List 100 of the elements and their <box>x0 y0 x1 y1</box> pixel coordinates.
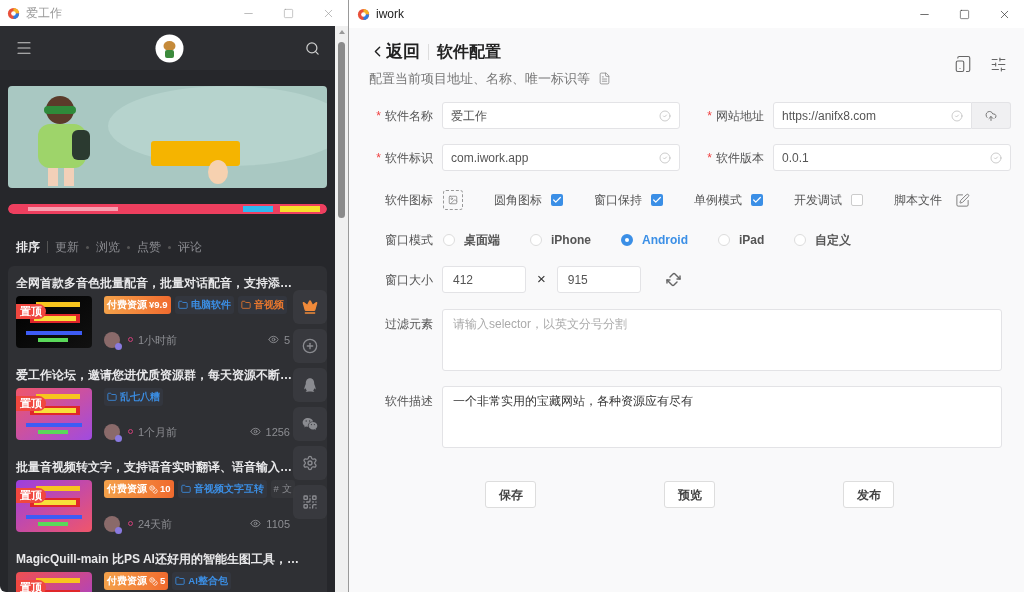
price-tag: 付费资源 5 <box>104 572 169 590</box>
category-tag[interactable]: 音视频 <box>237 296 287 314</box>
icon-picker[interactable] <box>443 190 463 210</box>
radio-option[interactable]: 自定义 <box>794 231 852 249</box>
post-time: 1小时前 <box>138 332 178 348</box>
tablet-icon[interactable] <box>954 55 972 73</box>
chat-bubbles-icon[interactable] <box>302 416 318 432</box>
field-label: 过滤元素 <box>385 316 433 333</box>
folder-icon <box>175 576 186 586</box>
post-title[interactable]: MagicQuill-main 比PS AI还好用的智能生图工具，… <box>16 551 299 568</box>
field-label: 软件版本 <box>716 149 764 167</box>
avatar[interactable] <box>154 33 184 63</box>
edit-icon[interactable] <box>955 192 970 208</box>
check-circle-icon <box>951 109 963 122</box>
post-title[interactable]: 全网首款多音色批量配音，批量对话配音，支持添… <box>16 275 292 292</box>
post-time: 1个月前 <box>138 424 178 440</box>
check-icon <box>652 195 662 205</box>
menu-icon[interactable] <box>15 39 33 57</box>
height-field[interactable]: 915 <box>556 266 641 293</box>
field-label: 软件图标 <box>385 192 433 209</box>
required-mark: * <box>707 107 712 125</box>
post-time: 24天前 <box>138 516 173 532</box>
field-label: 软件标识 <box>385 149 433 167</box>
field-label: 网站地址 <box>716 107 764 125</box>
sort-tab[interactable]: 排序 <box>16 238 40 256</box>
sort-tab[interactable]: 浏览 <box>96 238 120 256</box>
checkbox[interactable] <box>651 194 663 206</box>
field-label: 窗口大小 <box>385 271 433 289</box>
plus-icon[interactable] <box>302 338 318 354</box>
penguin-icon[interactable] <box>302 377 318 393</box>
app-logo-icon <box>357 7 370 21</box>
text-field[interactable]: https://anifx8.com <box>773 102 972 129</box>
folder-icon <box>240 300 251 310</box>
coin-icon <box>149 576 158 586</box>
image-icon <box>448 195 458 205</box>
option-label: 开发调试 <box>794 192 842 209</box>
check-icon <box>552 195 562 205</box>
views-icon <box>250 518 262 530</box>
document-icon[interactable] <box>598 71 611 85</box>
float-button[interactable] <box>293 485 327 519</box>
search-icon[interactable] <box>305 40 320 56</box>
pinned-badge: 置顶 <box>16 396 46 411</box>
folder-icon <box>180 484 191 494</box>
text-field[interactable]: 爱工作 <box>442 102 680 129</box>
radio-option[interactable]: 桌面端 <box>443 231 500 249</box>
topic-tag[interactable]: # 文 <box>270 480 295 498</box>
view-count: 1256 <box>265 424 290 440</box>
field-label: 软件描述 <box>385 393 433 410</box>
required-mark: * <box>707 149 712 167</box>
scrollbar[interactable] <box>335 26 348 592</box>
back-button[interactable]: 返回 <box>369 39 420 65</box>
view-count: 5 <box>283 332 290 348</box>
checkbox[interactable] <box>751 194 763 206</box>
float-button[interactable] <box>293 290 327 324</box>
check-circle-icon <box>659 151 671 164</box>
category-tag[interactable]: AI整合包 <box>172 572 231 590</box>
post-title[interactable]: 爱工作论坛，邀请您进优质资源群，每天资源不断… <box>16 367 292 384</box>
category-tag[interactable]: 电脑软件 <box>174 296 234 314</box>
settings-sliders-icon[interactable] <box>990 55 1007 73</box>
float-button[interactable] <box>293 407 327 441</box>
window-title: 爱工作 <box>26 5 63 22</box>
category-tag[interactable]: 音视频文字互转 <box>177 480 267 498</box>
field-label: 窗口模式 <box>385 232 433 249</box>
page-subtitle: 配置当前项目地址、名称、唯一标识等 <box>369 69 590 88</box>
radio-option[interactable]: iPhone <box>530 231 591 249</box>
description-input[interactable]: 一个非常实用的宝藏网站，各种资源应有尽有 <box>442 386 1002 448</box>
cloud-upload-icon <box>985 109 997 122</box>
action-button[interactable]: 发布 <box>843 481 894 508</box>
category-tag[interactable]: 乱七八糟 <box>104 388 163 406</box>
settings-icon[interactable] <box>302 455 318 471</box>
sort-tab[interactable]: 点赞 <box>137 238 161 256</box>
text-field[interactable]: com.iwork.app <box>442 144 680 171</box>
required-mark: * <box>376 107 381 125</box>
filter-input[interactable]: 请输入selector，以英文分号分割 <box>442 309 1002 371</box>
coin-icon <box>149 484 158 494</box>
float-button[interactable] <box>293 446 327 480</box>
checkbox[interactable] <box>551 194 563 206</box>
action-button[interactable]: 预览 <box>664 481 715 508</box>
folder-icon <box>107 392 117 402</box>
text-field[interactable]: 0.0.1 <box>773 144 1011 171</box>
price-tag: 付费资源 10 <box>104 480 174 498</box>
post-title[interactable]: 批量音视频转文字，支持语音实时翻译、语音输入… <box>16 459 292 476</box>
maximize-icon[interactable] <box>959 8 970 20</box>
upload-button[interactable] <box>972 102 1011 129</box>
sort-tab[interactable]: 更新 <box>55 238 79 256</box>
float-button[interactable] <box>293 368 327 402</box>
option-label: 脚本文件 <box>894 192 942 209</box>
crown-icon[interactable] <box>302 299 318 315</box>
checkbox[interactable] <box>851 194 863 206</box>
action-button[interactable]: 保存 <box>485 481 536 508</box>
price-tag: 付费资源 ¥9.9 <box>104 296 171 314</box>
views-icon <box>249 426 261 438</box>
float-button[interactable] <box>293 329 327 363</box>
folder-icon <box>177 300 188 310</box>
qr-code-icon[interactable] <box>302 494 318 510</box>
option-label: 圆角图标 <box>494 192 542 209</box>
required-mark: * <box>376 149 381 167</box>
radio-option[interactable]: iPad <box>718 231 765 249</box>
sort-tab[interactable]: 评论 <box>178 238 202 256</box>
width-field[interactable]: 412 <box>442 266 526 293</box>
